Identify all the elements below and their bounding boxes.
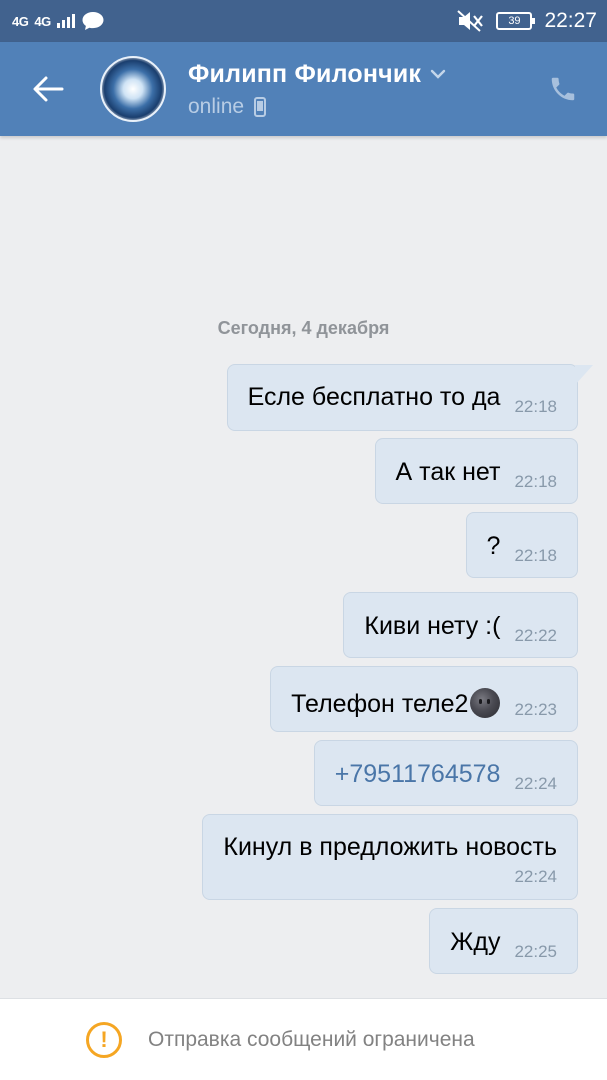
message-list[interactable]: Сегодня, 4 декабря Есле бесплатно то да … xyxy=(0,136,607,998)
message-bubble[interactable]: Киви нету :( 22:22 xyxy=(343,592,578,658)
battery-icon: 39 xyxy=(496,12,536,30)
message-time: 22:18 xyxy=(514,472,557,491)
message-bubble[interactable]: Кинул в предложить новость 22:24 xyxy=(202,814,578,900)
signal-icon xyxy=(56,14,75,28)
message-text-content: Телефон теле2 xyxy=(291,690,469,718)
status-bar: 4G 4G 39 22:27 xyxy=(0,0,607,42)
chevron-down-icon xyxy=(430,69,446,79)
arrow-left-icon xyxy=(33,76,64,102)
message-time: 22:23 xyxy=(514,700,557,719)
conversation-header: Филипп Филончик online xyxy=(0,42,607,136)
back-button[interactable] xyxy=(0,42,96,136)
network-type-2: 4G xyxy=(34,13,51,29)
message-bubble[interactable]: +79511764578 22:24 xyxy=(313,740,578,806)
contact-name: Филипп Филончик xyxy=(188,59,422,88)
message-text: Киви нету :( xyxy=(364,612,501,640)
battery-level: 39 xyxy=(508,15,521,27)
contact-title[interactable]: Филипп Филончик online xyxy=(188,60,447,119)
message-time: 22:24 xyxy=(514,774,557,793)
message-text: Телефон теле2 xyxy=(291,688,501,718)
avatar[interactable] xyxy=(100,56,166,122)
phone-icon xyxy=(551,77,575,101)
message-text: ? xyxy=(486,532,501,560)
message-bubble[interactable]: Жду 22:25 xyxy=(429,908,578,974)
message-time: 22:25 xyxy=(514,942,557,961)
network-type-1: 4G xyxy=(12,13,29,29)
status-bar-right: 39 22:27 xyxy=(456,9,597,33)
mute-icon xyxy=(457,10,484,32)
message-bubble[interactable]: ? 22:18 xyxy=(465,512,578,578)
message-bubble[interactable]: Телефон теле2 22:23 xyxy=(270,666,578,732)
message-text: А так нет xyxy=(395,458,501,486)
message-time: 22:22 xyxy=(514,626,557,645)
restriction-text: Отправка сообщений ограничена xyxy=(148,1027,475,1051)
mobile-device-icon xyxy=(254,96,267,117)
message-bubble[interactable]: Есле бесплатно то да 22:18 xyxy=(226,364,593,431)
date-separator: Сегодня, 4 декабря xyxy=(217,318,390,338)
message-text: Есле бесплатно то да xyxy=(247,383,501,411)
message-bubble[interactable]: А так нет 22:18 xyxy=(374,438,578,504)
phone-number-link[interactable]: +79511764578 xyxy=(335,762,501,787)
message-time: 22:18 xyxy=(514,397,557,416)
contact-status: online xyxy=(188,94,245,118)
clock: 22:27 xyxy=(544,9,597,32)
messaging-restricted-banner: ! Отправка сообщений ограничена xyxy=(0,998,607,1080)
message-text: Жду xyxy=(450,928,501,956)
status-bar-left: 4G 4G xyxy=(12,11,105,31)
new-moon-face-emoji xyxy=(470,688,501,718)
message-time: 22:18 xyxy=(514,546,557,565)
call-button[interactable] xyxy=(543,69,583,109)
message-text: Кинул в предложить новость xyxy=(223,833,557,861)
exclamation-circle-icon: ! xyxy=(86,1021,122,1058)
message-time: 22:24 xyxy=(514,867,557,886)
bubble-tail xyxy=(575,365,593,385)
chat-notification-icon xyxy=(82,12,104,30)
